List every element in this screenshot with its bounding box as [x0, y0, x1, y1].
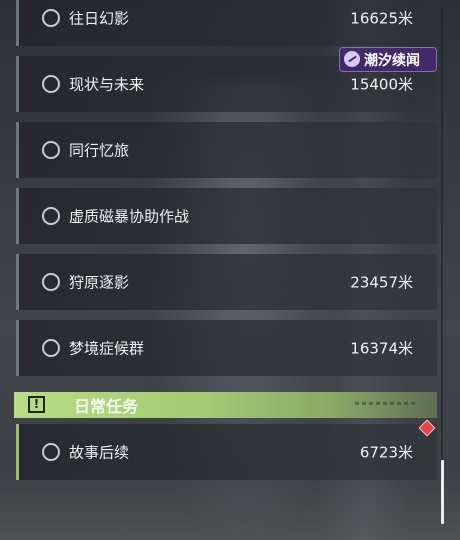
radio-icon: [42, 339, 60, 357]
quest-item[interactable]: 狩原逐影 23457米: [16, 254, 437, 310]
quest-item[interactable]: 虚质磁暴协助作战: [16, 188, 437, 244]
quest-item[interactable]: 故事后续 6723米: [16, 424, 437, 480]
quest-distance: 16374米: [350, 339, 413, 358]
watermark-text: 潮汐续闻: [364, 52, 420, 69]
quest-label: 梦境症候群: [69, 339, 145, 358]
quest-distance: 23457米: [350, 273, 413, 292]
watermark-badge: 潮汐续闻: [339, 47, 437, 72]
scrollbar-track[interactable]: [441, 8, 443, 524]
radio-icon: [42, 443, 60, 461]
quest-item[interactable]: 同行忆旅: [16, 122, 437, 178]
quest-item[interactable]: 梦境症候群 16374米: [16, 320, 437, 376]
quest-label: 同行忆旅: [69, 141, 130, 160]
daily-tasks-header[interactable]: ! 日常任务: [14, 392, 437, 418]
section-title: 日常任务: [74, 397, 139, 416]
quest-distance: 16625米: [350, 9, 413, 28]
quest-label: 现状与未来: [69, 75, 145, 94]
scrollbar-thumb[interactable]: [441, 460, 444, 524]
quest-item[interactable]: 往日幻影 16625米: [16, 0, 437, 46]
quest-label: 狩原逐影: [69, 273, 130, 292]
quest-list: 往日幻影 16625米 现状与未来 15400米 同行忆旅 虚质磁暴协助作战 狩…: [0, 0, 460, 540]
radio-icon: [42, 75, 60, 93]
quest-label: 往日幻影: [69, 9, 130, 28]
radio-icon: [42, 273, 60, 291]
radio-icon: [42, 9, 60, 27]
quest-label: 虚质磁暴协助作战: [69, 207, 190, 226]
header-decoration: [355, 402, 415, 405]
radio-icon: [42, 141, 60, 159]
radio-icon: [42, 207, 60, 225]
logo-icon: [344, 51, 360, 67]
exclamation-icon: !: [28, 396, 45, 413]
quest-distance: 6723米: [359, 443, 413, 462]
quest-label: 故事后续: [69, 443, 130, 462]
quest-distance: 15400米: [350, 75, 413, 94]
